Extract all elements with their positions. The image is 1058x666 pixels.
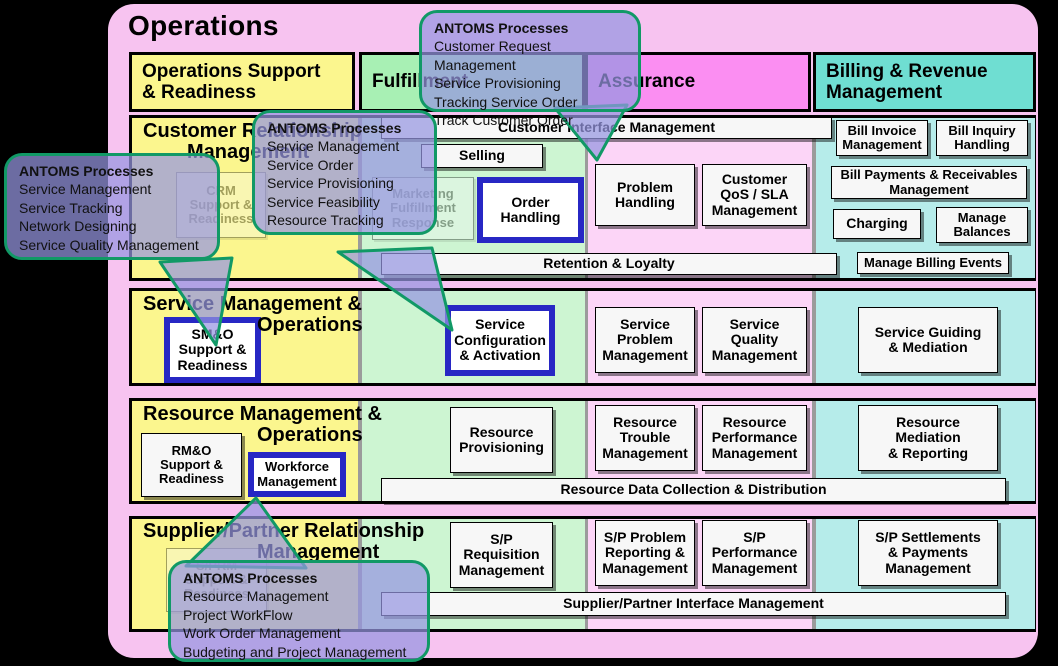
box-sp-requisition-management[interactable]: S/P Requisition Management	[450, 522, 553, 588]
box-rmo-support-readiness[interactable]: RM&O Support & Readiness	[141, 433, 242, 497]
box-sp-problem-reporting-management[interactable]: S/P Problem Reporting & Management	[595, 520, 695, 586]
callout-mid-item-3: Service Feasibility	[267, 193, 380, 210]
box-resource-performance-management[interactable]: Resource Performance Management	[702, 405, 807, 471]
box-sp-performance-management[interactable]: S/P Performance Management	[702, 520, 807, 586]
box-customer-qos-sla-management[interactable]: Customer QoS / SLA Management	[702, 164, 807, 226]
callout-mid-item-0: Service Management	[267, 138, 400, 155]
column-header-billing-line2: Management	[826, 82, 943, 103]
box-workforce-management[interactable]: Workforce Management	[248, 452, 346, 497]
callout-left-item-1: Service Tracking	[19, 199, 123, 216]
column-header-osr-line1: Operations Support	[142, 60, 321, 82]
box-service-guiding-mediation[interactable]: Service Guiding & Mediation	[858, 307, 998, 373]
callout-mid-item-1: Service Order	[267, 156, 354, 173]
callout-top-item-3: Track Customer Order	[434, 112, 573, 129]
box-charging[interactable]: Charging	[833, 209, 921, 239]
box-service-problem-management[interactable]: Service Problem Management	[595, 307, 695, 373]
box-resource-trouble-management[interactable]: Resource Trouble Management	[595, 405, 695, 471]
box-bill-inquiry-handling[interactable]: Bill Inquiry Handling	[936, 120, 1028, 156]
box-supplier-partner-interface-management[interactable]: Supplier/Partner Interface Management	[381, 592, 1006, 616]
column-header-billing-line1: Billing & Revenue	[826, 60, 988, 82]
callout-mid-item-2: Service Provisioning	[267, 175, 394, 192]
box-manage-balances[interactable]: Manage Balances	[936, 207, 1028, 243]
callout-bottom-item-0: Resource Management	[183, 588, 329, 605]
callout-bottom-item-1: Project WorkFlow	[183, 606, 293, 623]
box-service-configuration-activation[interactable]: Service Configuration & Activation	[445, 305, 555, 376]
callout-left-item-0: Service Management	[19, 181, 152, 198]
column-header-operations-support: Operations Support & Readiness	[129, 52, 355, 112]
box-resource-data-collection-distribution[interactable]: Resource Data Collection & Distribution	[381, 478, 1006, 502]
callout-bottom-item-2: Work Order Management	[183, 625, 341, 642]
callout-left-header: ANTOMS Processes	[19, 163, 154, 179]
box-smo-support-readiness[interactable]: SM&O Support & Readiness	[164, 317, 261, 383]
box-resource-provisioning[interactable]: Resource Provisioning	[450, 407, 553, 473]
callout-mid-antoms: ANTOMS Processes Service Management Serv…	[252, 110, 437, 235]
callout-left-antoms: ANTOMS Processes Service Management Serv…	[4, 153, 220, 260]
box-selling[interactable]: Selling	[421, 144, 543, 168]
callout-mid-item-4: Resource Tracking	[267, 212, 384, 229]
callout-top-antoms: ANTOMS Processes Customer Request Manage…	[419, 10, 641, 128]
box-manage-billing-events[interactable]: Manage Billing Events	[857, 252, 1009, 274]
box-bill-invoice-management[interactable]: Bill Invoice Management	[836, 120, 928, 156]
column-header-osr-line2: & Readiness	[142, 82, 257, 103]
box-resource-mediation-reporting[interactable]: Resource Mediation & Reporting	[858, 405, 998, 471]
page-title: Operations	[128, 10, 279, 41]
box-service-quality-management[interactable]: Service Quality Management	[702, 307, 807, 373]
callout-bottom-header: ANTOMS Processes	[183, 570, 318, 586]
box-retention-loyalty[interactable]: Retention & Loyalty	[381, 253, 837, 275]
callout-bottom-item-3: Budgeting and Project Management	[183, 643, 407, 660]
box-problem-handling[interactable]: Problem Handling	[595, 164, 695, 226]
callout-top-item-1: Service Provisioning	[434, 75, 561, 92]
callout-left-item-2: Network Designing	[19, 218, 137, 235]
box-bill-payments-receivables-management[interactable]: Bill Payments & Receivables Management	[831, 166, 1027, 199]
box-order-handling[interactable]: Order Handling	[477, 177, 584, 243]
box-sp-settlements-payments-management[interactable]: S/P Settlements & Payments Management	[858, 520, 998, 586]
callout-top-item-0: Customer Request Management	[434, 38, 551, 73]
callout-top-item-2: Tracking Service Order	[434, 93, 578, 110]
callout-bottom-antoms: ANTOMS Processes Resource Management Pro…	[168, 560, 430, 662]
column-header-billing-revenue: Billing & Revenue Management	[813, 52, 1036, 112]
callout-left-item-3: Service Quality Management	[19, 236, 199, 253]
callout-top-header: ANTOMS Processes	[434, 20, 569, 36]
callout-mid-header: ANTOMS Processes	[267, 120, 402, 136]
